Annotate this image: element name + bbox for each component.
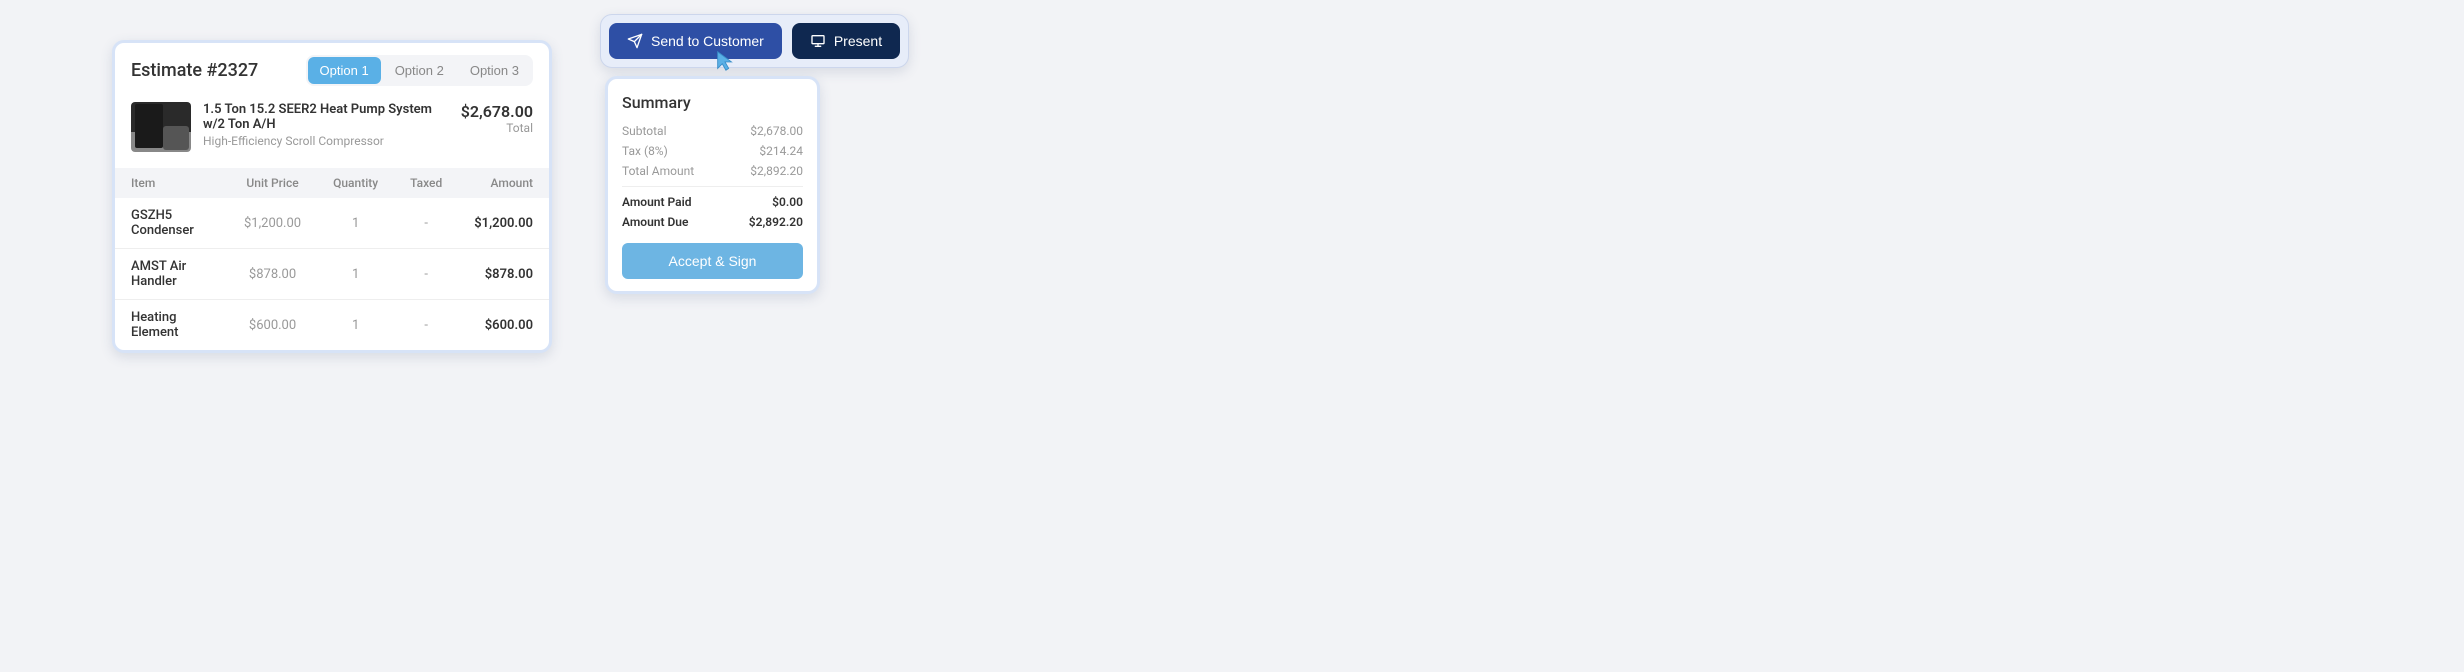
item-name: Heating Element bbox=[115, 300, 228, 351]
col-item: Item bbox=[115, 168, 228, 198]
product-total: $2,678.00 Total bbox=[461, 102, 533, 135]
product-total-amount: $2,678.00 bbox=[461, 102, 533, 121]
summary-total: Total Amount $2,892.20 bbox=[622, 164, 803, 178]
item-name: AMST Air Handler bbox=[115, 249, 228, 300]
table-row: Heating Element $600.00 1 - $600.00 bbox=[115, 300, 549, 351]
paid-label: Amount Paid bbox=[622, 195, 691, 209]
estimate-title: Estimate #2327 bbox=[131, 60, 258, 81]
col-unit-price: Unit Price bbox=[228, 168, 317, 198]
summary-subtotal: Subtotal $2,678.00 bbox=[622, 124, 803, 138]
item-taxed: - bbox=[394, 198, 458, 249]
tab-option-1[interactable]: Option 1 bbox=[308, 57, 381, 84]
tax-label: Tax (8%) bbox=[622, 144, 668, 158]
total-label: Total Amount bbox=[622, 164, 694, 178]
item-name: GSZH5 Condenser bbox=[115, 198, 228, 249]
estimate-header: Estimate #2327 Option 1 Option 2 Option … bbox=[115, 43, 549, 94]
product-info: 1.5 Ton 15.2 SEER2 Heat Pump System w/2 … bbox=[203, 102, 449, 148]
item-unit-price: $600.00 bbox=[228, 300, 317, 351]
product-row: 1.5 Ton 15.2 SEER2 Heat Pump System w/2 … bbox=[115, 94, 549, 168]
product-subtitle: High-Efficiency Scroll Compressor bbox=[203, 134, 449, 148]
summary-tax: Tax (8%) $214.24 bbox=[622, 144, 803, 158]
total-value: $2,892.20 bbox=[750, 164, 803, 178]
item-amount: $878.00 bbox=[458, 249, 549, 300]
summary-card: Summary Subtotal $2,678.00 Tax (8%) $214… bbox=[605, 76, 820, 294]
col-taxed: Taxed bbox=[394, 168, 458, 198]
send-to-customer-button[interactable]: Send to Customer bbox=[609, 23, 782, 59]
tax-value: $214.24 bbox=[759, 144, 803, 158]
product-image bbox=[131, 102, 191, 152]
items-table: Item Unit Price Quantity Taxed Amount GS… bbox=[115, 168, 549, 350]
col-quantity: Quantity bbox=[317, 168, 394, 198]
due-label: Amount Due bbox=[622, 215, 688, 229]
tab-option-3[interactable]: Option 3 bbox=[458, 57, 531, 84]
present-button[interactable]: Present bbox=[792, 23, 900, 59]
send-label: Send to Customer bbox=[651, 33, 764, 49]
options-tabs: Option 1 Option 2 Option 3 bbox=[306, 55, 533, 86]
item-amount: $600.00 bbox=[458, 300, 549, 351]
item-taxed: - bbox=[394, 300, 458, 351]
estimate-card: Estimate #2327 Option 1 Option 2 Option … bbox=[112, 40, 552, 353]
summary-due: Amount Due $2,892.20 bbox=[622, 215, 803, 229]
item-unit-price: $1,200.00 bbox=[228, 198, 317, 249]
product-name: 1.5 Ton 15.2 SEER2 Heat Pump System w/2 … bbox=[203, 102, 449, 132]
present-label: Present bbox=[834, 33, 882, 49]
item-unit-price: $878.00 bbox=[228, 249, 317, 300]
item-taxed: - bbox=[394, 249, 458, 300]
table-row: GSZH5 Condenser $1,200.00 1 - $1,200.00 bbox=[115, 198, 549, 249]
item-quantity: 1 bbox=[317, 249, 394, 300]
summary-paid: Amount Paid $0.00 bbox=[622, 195, 803, 209]
subtotal-label: Subtotal bbox=[622, 124, 667, 138]
summary-title: Summary bbox=[622, 93, 803, 112]
due-value: $2,892.20 bbox=[749, 215, 803, 229]
col-amount: Amount bbox=[458, 168, 549, 198]
items-header: Item Unit Price Quantity Taxed Amount bbox=[115, 168, 549, 198]
item-quantity: 1 bbox=[317, 300, 394, 351]
send-icon bbox=[627, 33, 643, 49]
item-quantity: 1 bbox=[317, 198, 394, 249]
product-total-label: Total bbox=[461, 121, 533, 135]
present-icon bbox=[810, 33, 826, 49]
actions-panel: Send to Customer Present bbox=[600, 14, 909, 68]
subtotal-value: $2,678.00 bbox=[750, 124, 803, 138]
item-amount: $1,200.00 bbox=[458, 198, 549, 249]
accept-sign-button[interactable]: Accept & Sign bbox=[622, 243, 803, 279]
tab-option-2[interactable]: Option 2 bbox=[383, 57, 456, 84]
summary-divider bbox=[622, 186, 803, 187]
paid-value: $0.00 bbox=[772, 195, 803, 209]
table-row: AMST Air Handler $878.00 1 - $878.00 bbox=[115, 249, 549, 300]
